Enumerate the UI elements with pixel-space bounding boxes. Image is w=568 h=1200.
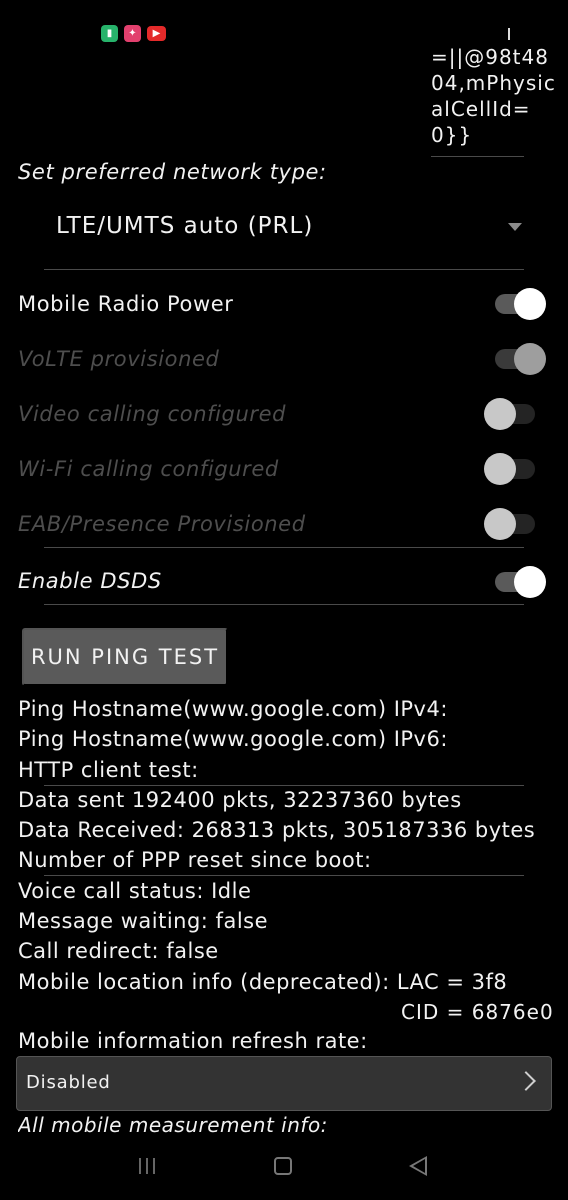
refresh-rate-value[interactable]: Disabled [26, 1072, 111, 1093]
wifi-calling-switch [484, 453, 535, 485]
call-redirect-text: Call redirect: false [18, 939, 219, 963]
divider [431, 156, 524, 157]
divider [44, 875, 524, 876]
youtube-icon: ▶ [147, 26, 166, 41]
ping-ipv6-text: Ping Hostname(www.google.com) IPv6: [18, 727, 448, 751]
phone-clipboard-icon: ▮ [101, 25, 118, 42]
ping-ipv4-text: Ping Hostname(www.google.com) IPv4: [18, 697, 448, 721]
run-ping-test-button[interactable]: RUN PING TEST [22, 628, 228, 686]
toggle-label: EAB/Presence Provisioned [18, 512, 306, 536]
toggle-label: VoLTE provisioned [18, 347, 220, 371]
divider [44, 269, 524, 270]
refresh-rate-selector[interactable]: Disabled [16, 1056, 552, 1111]
ppp-reset-text: Number of PPP reset since boot: [18, 848, 372, 872]
mobile-radio-power-switch[interactable] [495, 288, 546, 320]
http-client-test-text: HTTP client test: [18, 758, 199, 782]
divider [44, 785, 524, 786]
cell-info-text: =||@98t4804,mPhysicalCellId=0}} [431, 45, 556, 147]
toggle-label: Enable DSDS [18, 569, 162, 593]
voice-call-status-text: Voice call status: Idle [18, 879, 252, 903]
chevron-right-icon[interactable] [516, 1071, 536, 1091]
message-waiting-text: Message waiting: false [18, 909, 269, 933]
toggle-label: Video calling configured [18, 402, 287, 426]
recent-apps-icon[interactable] [139, 1158, 159, 1174]
divider [44, 547, 524, 548]
dropdown-arrow-icon[interactable] [508, 223, 522, 231]
toggle-label: Wi-Fi calling configured [18, 457, 279, 481]
refresh-rate-label: Mobile information refresh rate: [18, 1029, 368, 1053]
status-bar-icons: ▮ ✦ ▶ [101, 25, 166, 42]
switch-thumb [514, 288, 546, 320]
video-calling-switch [484, 398, 535, 430]
toggle-label: Mobile Radio Power [18, 292, 234, 316]
measurement-info-label: All mobile measurement info: [18, 1113, 328, 1133]
network-type-label: Set preferred network type: [18, 160, 327, 184]
pinned-app-icon: ✦ [124, 25, 141, 42]
switch-thumb [484, 508, 516, 540]
home-icon[interactable] [274, 1157, 292, 1175]
switch-thumb [484, 453, 516, 485]
divider [44, 604, 524, 605]
enable-dsds-switch[interactable] [495, 566, 546, 598]
network-type-value[interactable]: LTE/UMTS auto (PRL) [56, 213, 313, 239]
navigation-bar [0, 1135, 568, 1200]
switch-thumb [484, 398, 516, 430]
cid-text: CID = 6876e0 [401, 1000, 554, 1024]
eab-presence-switch [484, 508, 535, 540]
data-sent-text: Data sent 192400 pkts, 32237360 bytes [18, 788, 462, 812]
status-indicator-icon [508, 28, 510, 40]
volte-provisioned-switch [495, 343, 546, 375]
back-icon[interactable] [409, 1156, 427, 1176]
location-info-text: Mobile location info (deprecated): LAC =… [18, 970, 508, 994]
switch-thumb [514, 566, 546, 598]
switch-thumb [514, 343, 546, 375]
data-received-text: Data Received: 268313 pkts, 305187336 by… [18, 818, 536, 842]
